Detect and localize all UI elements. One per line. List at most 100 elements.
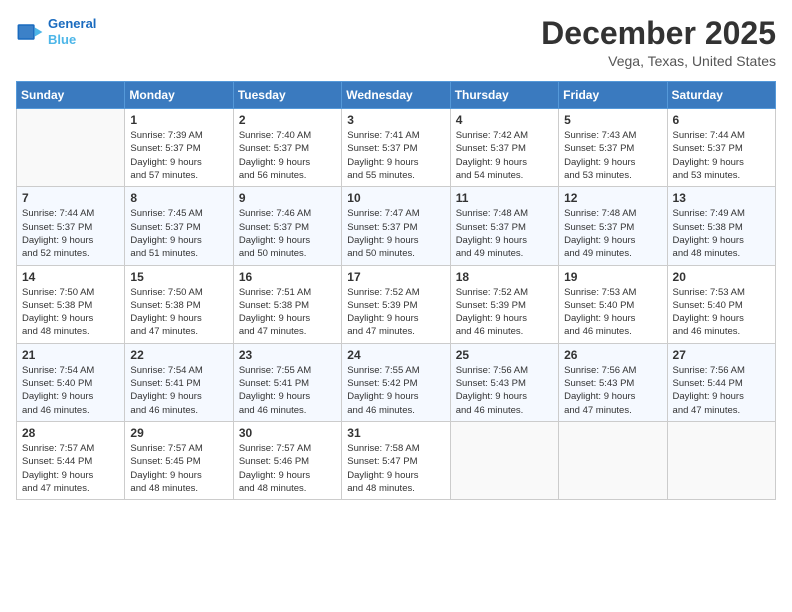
calendar-cell: 4Sunrise: 7:42 AMSunset: 5:37 PMDaylight…	[450, 109, 558, 187]
calendar-cell: 17Sunrise: 7:52 AMSunset: 5:39 PMDayligh…	[342, 265, 450, 343]
cell-info: Sunset: 5:39 PM	[456, 299, 553, 312]
cell-info: Sunrise: 7:57 AM	[22, 442, 119, 455]
cell-info: Sunset: 5:37 PM	[564, 221, 661, 234]
cell-info: Sunrise: 7:39 AM	[130, 129, 227, 142]
day-number: 30	[239, 426, 336, 440]
cell-info: Sunrise: 7:56 AM	[564, 364, 661, 377]
calendar-cell: 10Sunrise: 7:47 AMSunset: 5:37 PMDayligh…	[342, 187, 450, 265]
cell-info: Sunrise: 7:51 AM	[239, 286, 336, 299]
cell-info: Sunrise: 7:43 AM	[564, 129, 661, 142]
day-header-sunday: Sunday	[17, 82, 125, 109]
cell-info: and 46 minutes.	[239, 404, 336, 417]
cell-info: Sunrise: 7:58 AM	[347, 442, 444, 455]
calendar-cell: 21Sunrise: 7:54 AMSunset: 5:40 PMDayligh…	[17, 343, 125, 421]
cell-info: and 46 minutes.	[673, 325, 770, 338]
calendar-cell: 1Sunrise: 7:39 AMSunset: 5:37 PMDaylight…	[125, 109, 233, 187]
cell-info: Sunset: 5:38 PM	[239, 299, 336, 312]
logo-text: General Blue	[48, 16, 96, 47]
cell-info: Sunset: 5:37 PM	[22, 221, 119, 234]
logo: General Blue	[16, 16, 96, 47]
cell-info: Sunset: 5:37 PM	[239, 221, 336, 234]
cell-info: Sunrise: 7:54 AM	[130, 364, 227, 377]
cell-info: and 46 minutes.	[456, 325, 553, 338]
calendar-cell: 22 Sunrise: 7:54 AMSunset: 5:41 PMDayligh…	[125, 343, 233, 421]
cell-info: Sunrise: 7:54 AM	[22, 364, 119, 377]
cell-info: Daylight: 9 hours	[22, 234, 119, 247]
cell-info: and 47 minutes.	[673, 404, 770, 417]
cell-info: Sunset: 5:38 PM	[673, 221, 770, 234]
cell-info: Daylight: 9 hours	[22, 390, 119, 403]
calendar-cell: 15Sunrise: 7:50 AMSunset: 5:38 PMDayligh…	[125, 265, 233, 343]
calendar-cell: 18Sunrise: 7:52 AMSunset: 5:39 PMDayligh…	[450, 265, 558, 343]
calendar-cell: 24Sunrise: 7:55 AMSunset: 5:42 PMDayligh…	[342, 343, 450, 421]
day-number: 3	[347, 113, 444, 127]
day-header-friday: Friday	[559, 82, 667, 109]
cell-info: Daylight: 9 hours	[239, 156, 336, 169]
cell-info: Daylight: 9 hours	[130, 390, 227, 403]
cell-info: Sunset: 5:45 PM	[130, 455, 227, 468]
day-number: 7	[22, 191, 119, 205]
cell-info: and 48 minutes.	[130, 482, 227, 495]
calendar-week-2: 7Sunrise: 7:44 AMSunset: 5:37 PMDaylight…	[17, 187, 776, 265]
cell-info: and 54 minutes.	[456, 169, 553, 182]
day-number: 14	[22, 270, 119, 284]
cell-info: and 50 minutes.	[347, 247, 444, 260]
cell-info: Sunrise: 7:50 AM	[130, 286, 227, 299]
cell-info: Sunset: 5:38 PM	[130, 299, 227, 312]
day-number: 23	[239, 348, 336, 362]
day-number: 26	[564, 348, 661, 362]
month-title: December 2025	[541, 16, 776, 51]
cell-info: Sunset: 5:41 PM	[130, 377, 227, 390]
cell-info: Sunset: 5:44 PM	[673, 377, 770, 390]
calendar-cell: 26 Sunrise: 7:56 AMSunset: 5:43 PMDayligh…	[559, 343, 667, 421]
cell-info: Sunrise: 7:57 AM	[239, 442, 336, 455]
cell-info: and 46 minutes.	[456, 404, 553, 417]
calendar-cell: 3Sunrise: 7:41 AMSunset: 5:37 PMDaylight…	[342, 109, 450, 187]
cell-info: Daylight: 9 hours	[456, 156, 553, 169]
cell-info: Daylight: 9 hours	[673, 156, 770, 169]
cell-info: and 49 minutes.	[456, 247, 553, 260]
calendar-week-1: 1Sunrise: 7:39 AMSunset: 5:37 PMDaylight…	[17, 109, 776, 187]
cell-info: Daylight: 9 hours	[456, 312, 553, 325]
cell-info: Daylight: 9 hours	[239, 469, 336, 482]
cell-info: Daylight: 9 hours	[130, 234, 227, 247]
calendar-cell: 12Sunrise: 7:48 AMSunset: 5:37 PMDayligh…	[559, 187, 667, 265]
cell-info: Sunset: 5:44 PM	[22, 455, 119, 468]
calendar-cell: 30Sunrise: 7:57 AMSunset: 5:46 PMDayligh…	[233, 421, 341, 499]
cell-info: Daylight: 9 hours	[239, 390, 336, 403]
cell-info: Daylight: 9 hours	[347, 156, 444, 169]
cell-info: Daylight: 9 hours	[347, 312, 444, 325]
cell-info: Daylight: 9 hours	[673, 312, 770, 325]
day-number: 18	[456, 270, 553, 284]
cell-info: Daylight: 9 hours	[564, 312, 661, 325]
cell-info: Sunrise: 7:42 AM	[456, 129, 553, 142]
calendar-week-4: 21Sunrise: 7:54 AMSunset: 5:40 PMDayligh…	[17, 343, 776, 421]
cell-info: and 46 minutes.	[22, 404, 119, 417]
day-number: 2	[239, 113, 336, 127]
day-number: 22	[130, 348, 227, 362]
page-header: General Blue December 2025 Vega, Texas, …	[16, 16, 776, 69]
day-number: 15	[130, 270, 227, 284]
cell-info: Sunset: 5:42 PM	[347, 377, 444, 390]
cell-info: Sunrise: 7:53 AM	[564, 286, 661, 299]
cell-info: Daylight: 9 hours	[130, 469, 227, 482]
cell-info: Sunset: 5:38 PM	[22, 299, 119, 312]
calendar-cell: 20Sunrise: 7:53 AMSunset: 5:40 PMDayligh…	[667, 265, 775, 343]
location: Vega, Texas, United States	[541, 53, 776, 69]
day-header-monday: Monday	[125, 82, 233, 109]
cell-info: Daylight: 9 hours	[456, 390, 553, 403]
cell-info: Daylight: 9 hours	[564, 390, 661, 403]
calendar-cell: 28Sunrise: 7:57 AMSunset: 5:44 PMDayligh…	[17, 421, 125, 499]
calendar-cell: 25Sunrise: 7:56 AMSunset: 5:43 PMDayligh…	[450, 343, 558, 421]
cell-info: Sunrise: 7:56 AM	[456, 364, 553, 377]
cell-info: Sunrise: 7:56 AM	[673, 364, 770, 377]
cell-info: Daylight: 9 hours	[22, 312, 119, 325]
calendar-cell: 14Sunrise: 7:50 AMSunset: 5:38 PMDayligh…	[17, 265, 125, 343]
cell-info: Sunrise: 7:45 AM	[130, 207, 227, 220]
cell-info: Daylight: 9 hours	[22, 469, 119, 482]
cell-info: Sunset: 5:37 PM	[347, 221, 444, 234]
day-header-saturday: Saturday	[667, 82, 775, 109]
cell-info: Sunset: 5:43 PM	[564, 377, 661, 390]
calendar-cell: 27Sunrise: 7:56 AMSunset: 5:44 PMDayligh…	[667, 343, 775, 421]
day-number: 9	[239, 191, 336, 205]
